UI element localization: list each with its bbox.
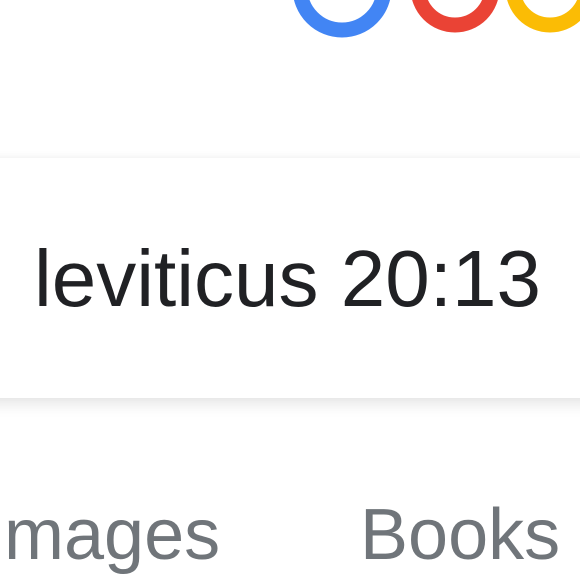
google-search-page: leviticus 20:13 Images Books [0, 0, 580, 580]
search-input[interactable]: leviticus 20:13 [34, 234, 541, 324]
tab-images[interactable]: Images [0, 490, 220, 580]
search-tabs: Images Books [0, 490, 580, 580]
tab-books[interactable]: Books [360, 490, 560, 580]
google-logo [0, 0, 580, 60]
